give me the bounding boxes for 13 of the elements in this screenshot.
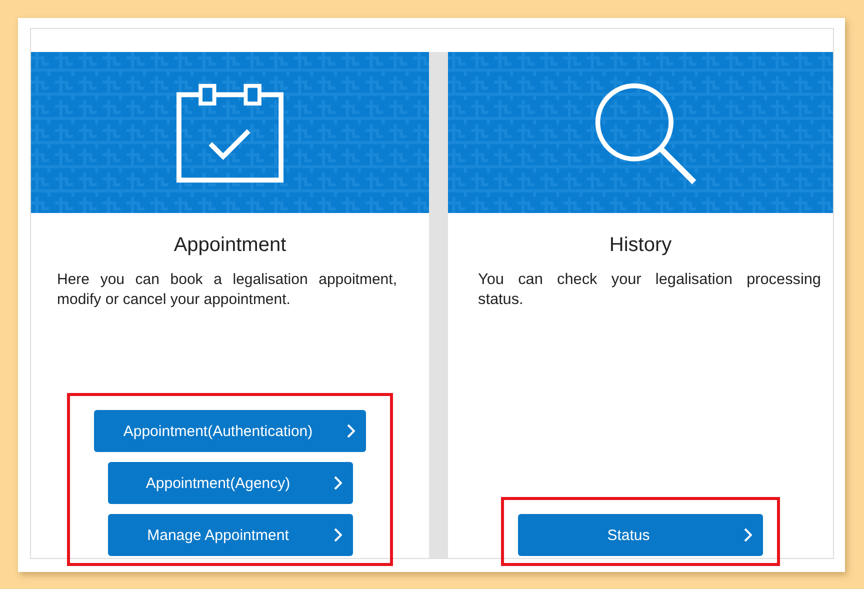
card-title: Appointment [174,234,286,257]
action-button[interactable]: Status [518,514,763,556]
action-button[interactable]: Appointment(Authentication) [94,410,366,452]
chevron-icon [347,424,355,438]
action-button[interactable]: Manage Appointment [108,514,352,556]
calendar-check-icon [176,82,284,184]
chevron-icon [744,528,752,542]
card-description: You can check your legalisation processing status. [477,270,822,310]
action-button[interactable]: Appointment(Agency) [108,462,352,504]
card-description: Here you can book a legalisation appoitment, modify or cancel your appointment. [56,270,398,310]
chevron-icon [334,476,342,490]
chevron-icon [334,528,342,542]
card-title: History [609,234,672,257]
